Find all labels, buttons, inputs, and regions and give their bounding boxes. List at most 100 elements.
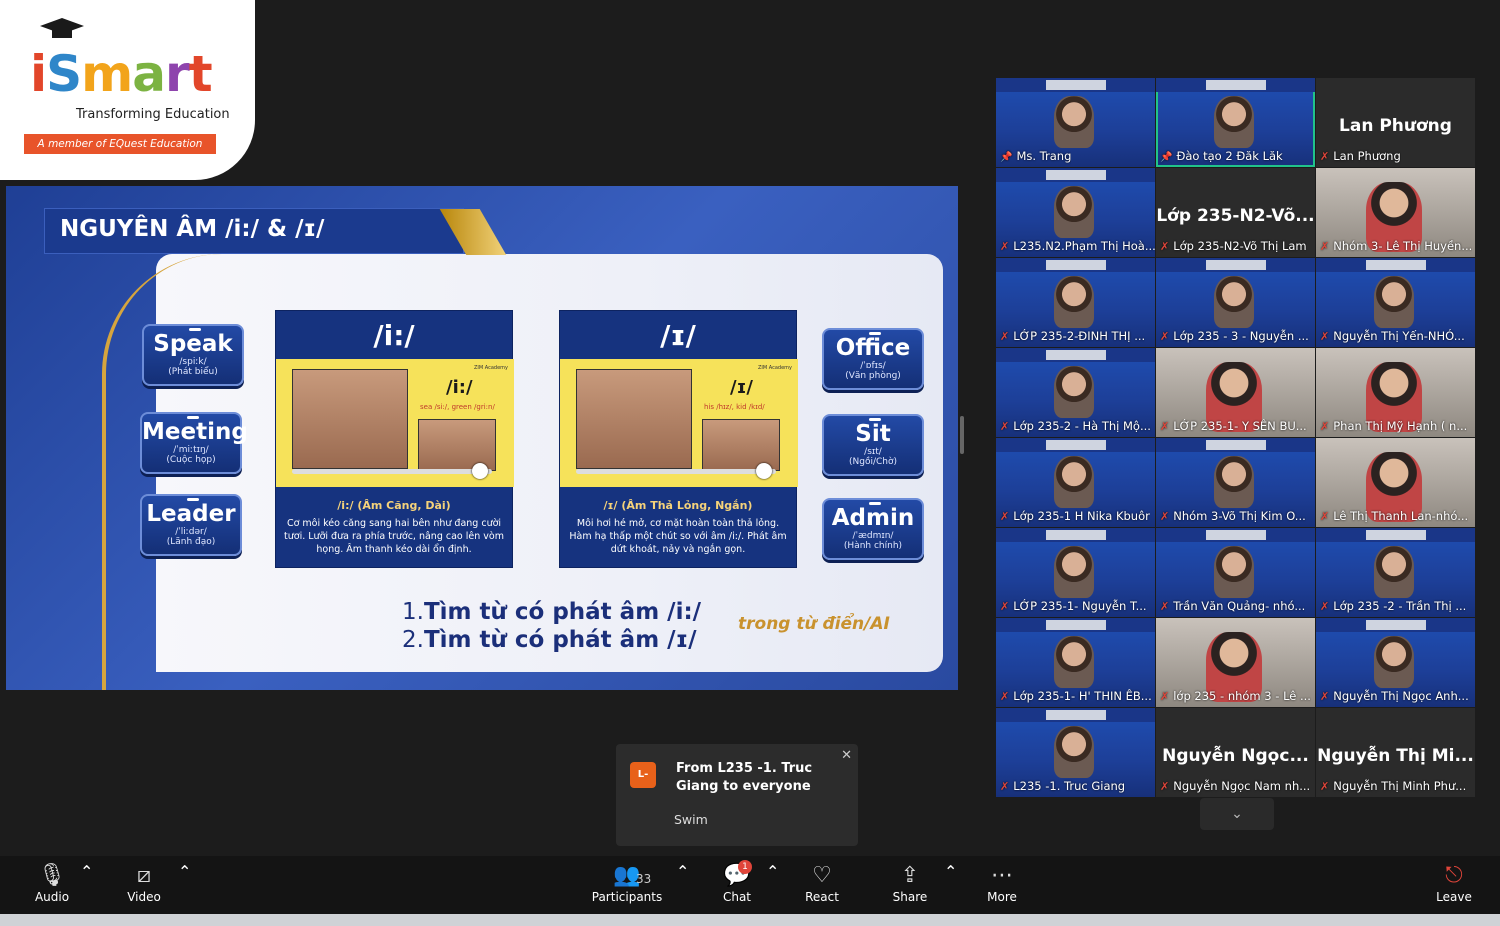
participant-display-name: Nguyễn Ngọc...	[1162, 746, 1309, 766]
participant-tile[interactable]: ✗ Lớp 235-1 H Nika Kbuôr	[996, 438, 1155, 527]
react-button[interactable]: ♡ React	[800, 862, 844, 904]
phoneme-card-short-i: /ɪ/ ZIM Academy /ɪ/ his /hɪz/, kid /kɪd/…	[559, 310, 798, 568]
participant-name-label: ✗ Trần Văn Quảng- nhó...	[1160, 599, 1306, 613]
participants-count: 33	[636, 872, 652, 886]
chat-unread-badge: 1	[738, 860, 752, 874]
zoom-meeting-window: iSmart Transforming Education A member o…	[0, 0, 1500, 926]
participant-tile[interactable]: Lan Phương ✗ Lan Phương	[1316, 78, 1475, 167]
speaker-face-image	[576, 369, 692, 469]
audio-button[interactable]: 🎙 Audio	[30, 862, 74, 904]
phoneme-card-long-i: /i:/ ZIM Academy /i:/ sea /si:/, green /…	[275, 310, 514, 568]
participant-tile[interactable]: ✗ L235 -1. Truc Giang	[996, 708, 1155, 797]
participant-tile[interactable]: ✗ LỚP 235-1- Nguyễn T...	[996, 528, 1155, 617]
video-progress-bar	[292, 469, 492, 474]
participant-name-label: ✗ LỚP 235-1- Nguyễn T...	[1000, 599, 1147, 613]
participant-tile[interactable]: ✗ LỚP 235-1- Y SÊN BU...	[1156, 348, 1315, 437]
participant-tile[interactable]: 📌 Đào tạo 2 Đăk Lăk	[1156, 78, 1315, 167]
phoneme-description: Cơ môi kéo căng sang hai bên như đang cư…	[284, 518, 504, 555]
microphone-muted-icon: ✗	[1000, 420, 1010, 433]
video-button[interactable]: ⧄ Video	[122, 862, 166, 904]
microphone-muted-icon: ✗	[1000, 510, 1010, 523]
slide-task-list: 1.Tìm từ có phát âm /i:/ 2.Tìm từ có phá…	[402, 599, 702, 653]
participant-tile[interactable]: ✗ Nguyễn Thị Yến-NHÓ...	[1316, 258, 1475, 347]
chat-options-caret[interactable]: ⌃	[766, 862, 779, 881]
audio-options-caret[interactable]: ⌃	[80, 862, 93, 881]
close-icon[interactable]: ✕	[841, 748, 852, 763]
vocab-admin: Admin /ˈædmɪn/ (Hành chính)	[822, 498, 924, 560]
participant-video	[1054, 726, 1094, 778]
microphone-muted-icon: ✗	[1160, 420, 1170, 433]
slide-title: NGUYÊN ÂM /i:/ & /ɪ/	[60, 216, 325, 242]
phoneme-heading: /ɪ/ (Âm Thả Lỏng, Ngắn)	[603, 499, 753, 512]
microphone-muted-icon: ✗	[1000, 690, 1010, 703]
sender-avatar: L-	[630, 762, 656, 788]
participant-video	[1214, 276, 1254, 328]
phoneme-symbol: /i:/	[373, 319, 415, 352]
participant-video	[1374, 636, 1414, 688]
participant-tile[interactable]: Nguyễn Ngọc... ✗ Nguyễn Ngọc Nam nh...	[1156, 708, 1315, 797]
pronunciation-video: ZIM Academy /i:/ sea /si:/, green /gri:n…	[276, 359, 514, 487]
participant-tile[interactable]: ✗ Nguyễn Thị Ngọc Anh...	[1316, 618, 1475, 707]
participant-tile[interactable]: ✗ Trần Văn Quảng- nhó...	[1156, 528, 1315, 617]
participant-video	[1214, 456, 1254, 508]
video-options-caret[interactable]: ⌃	[178, 862, 191, 881]
vocab-leader: Leader /ˈliːdər/ (Lãnh đạo)	[140, 494, 242, 556]
participant-video	[1054, 546, 1094, 598]
participant-name-label: ✗ Lớp 235-1 H Nika Kbuôr	[1000, 509, 1150, 523]
participant-tile[interactable]: ✗ Lớp 235-2 - Hà Thị Mộ...	[996, 348, 1155, 437]
more-button[interactable]: ⋯ More	[980, 862, 1024, 904]
participant-name-label: 📌 Ms. Trang	[1000, 149, 1072, 163]
mouth-closeup-image	[702, 419, 780, 471]
task-1: Tìm từ có phát âm /i:/	[423, 599, 702, 625]
participant-video	[1374, 276, 1414, 328]
logo-tagline: Transforming Education	[76, 107, 230, 122]
participant-tile[interactable]: ✗ Phan Thị Mỹ Hạnh ( n...	[1316, 348, 1475, 437]
participant-tile[interactable]: ✗ L235.N2.Phạm Thị Hoà...	[996, 168, 1155, 257]
microphone-muted-icon: ✗	[1160, 330, 1170, 343]
phoneme-heading: /i:/ (Âm Căng, Dài)	[337, 499, 451, 512]
phoneme-symbol: /ɪ/	[660, 319, 696, 352]
more-icon: ⋯	[991, 863, 1013, 888]
share-button[interactable]: ⇪ Share	[888, 862, 932, 904]
chat-button[interactable]: 💬 1 Chat	[716, 860, 758, 904]
participant-tile[interactable]: ✗ Lớp 235 -2 - Trần Thị ...	[1316, 528, 1475, 617]
pronunciation-video: ZIM Academy /ɪ/ his /hɪz/, kid /kɪd/	[560, 359, 798, 487]
participant-name-label: ✗ lớp 235 - nhóm 3 - Lê ...	[1160, 689, 1311, 703]
phoneme-description: Môi hơi hé mở, cơ mặt hoàn toàn thả lỏng…	[569, 518, 787, 555]
participant-name-label: ✗ Nhóm 3- Lê Thị Huyền...	[1320, 239, 1473, 253]
mouth-closeup-image	[418, 419, 496, 471]
participant-tile[interactable]: ✗ lớp 235 - nhóm 3 - Lê ...	[1156, 618, 1315, 707]
microphone-muted-icon: ✗	[1320, 330, 1330, 343]
participant-tile[interactable]: 📌 Ms. Trang	[996, 78, 1155, 167]
leave-button[interactable]: ⎋ Leave	[1432, 862, 1476, 904]
participant-tile[interactable]: ✗ Nhóm 3-Võ Thị Kim O...	[1156, 438, 1315, 527]
vocab-office: Office /ˈɒfɪs/ (Văn phòng)	[822, 328, 924, 390]
pin-icon: 📌	[1000, 152, 1013, 163]
participant-display-name: Lớp 235-N2-Võ...	[1156, 206, 1315, 226]
chat-notification[interactable]: L- From L235 -1. Truc Giang to everyone …	[616, 744, 858, 846]
layout-resize-handle[interactable]	[960, 416, 964, 454]
participant-tile[interactable]: ✗ Lớp 235-1- H' THIN ÊB...	[996, 618, 1155, 707]
microphone-muted-icon: ✗	[1320, 510, 1330, 523]
share-options-caret[interactable]: ⌃	[944, 862, 957, 881]
participant-tile[interactable]: Nguyễn Thị Mi... ✗ Nguyễn Thị Minh Phư...	[1316, 708, 1475, 797]
meeting-toolbar: 🎙 Audio ⌃ ⧄ Video ⌃ 👥 33 Participants ⌃ …	[0, 856, 1500, 914]
participant-tile[interactable]: ✗ LỚP 235-2-ĐINH THỊ ...	[996, 258, 1155, 347]
participant-tile[interactable]: ✗ Nhóm 3- Lê Thị Huyền...	[1316, 168, 1475, 257]
participant-display-name: Nguyễn Thị Mi...	[1317, 746, 1474, 766]
participant-name-label: ✗ Lớp 235-N2-Võ Thị Lam	[1160, 239, 1307, 253]
participant-name-label: ✗ L235 -1. Truc Giang	[1000, 779, 1126, 793]
gallery-next-page-button[interactable]: ⌄	[1200, 798, 1274, 830]
participants-options-caret[interactable]: ⌃	[676, 862, 689, 881]
participants-button[interactable]: 👥 33 Participants	[588, 862, 666, 904]
participant-name-label: ✗ Nguyễn Ngọc Nam nh...	[1160, 779, 1311, 793]
participant-tile[interactable]: Lớp 235-N2-Võ... ✗ Lớp 235-N2-Võ Thị Lam	[1156, 168, 1315, 257]
video-progress-knob	[756, 463, 772, 479]
participant-video	[1054, 366, 1094, 418]
vocab-sit: Sit /sɪt/ (Ngồi/Chờ)	[822, 414, 924, 476]
participant-tile[interactable]: ✗ Lớp 235 - 3 - Nguyễn ...	[1156, 258, 1315, 347]
participant-name-label: ✗ Lớp 235-1- H' THIN ÊB...	[1000, 689, 1152, 703]
video-progress-knob	[472, 463, 488, 479]
participant-display-name: Lan Phương	[1339, 116, 1452, 136]
participant-tile[interactable]: ✗ Lê Thị Thanh Lan-nhó...	[1316, 438, 1475, 527]
